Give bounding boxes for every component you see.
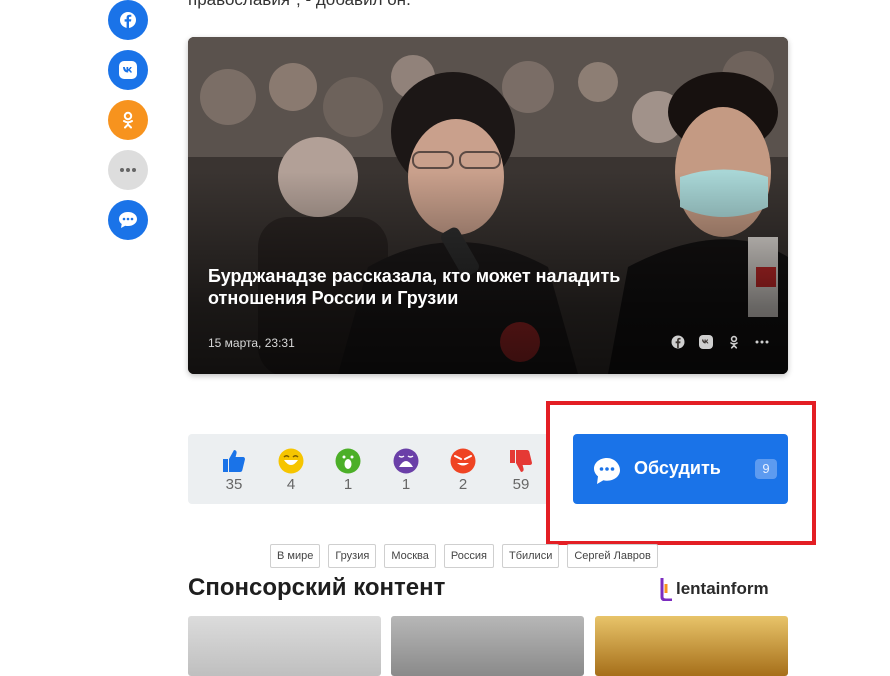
surprised-emoji-icon (335, 448, 361, 474)
laughing-emoji-icon (278, 448, 304, 474)
reaction-like[interactable]: 35 (214, 448, 254, 493)
reaction-dislike-count: 59 (512, 476, 530, 493)
reaction-laugh-count: 4 (286, 476, 296, 493)
facebook-icon (120, 12, 136, 28)
reaction-wow-count: 1 (343, 476, 353, 493)
facebook-icon[interactable] (670, 334, 686, 350)
card-title[interactable]: Бурджанадзе рассказала, кто может налади… (208, 265, 688, 309)
sad-emoji-icon (393, 448, 419, 474)
reaction-like-count: 35 (225, 476, 243, 493)
angry-emoji-icon (450, 448, 476, 474)
chat-bubble-icon (119, 212, 137, 228)
thumbs-up-icon (223, 450, 245, 472)
sponsored-card-1[interactable] (188, 616, 381, 676)
thumbs-down-icon (510, 450, 532, 472)
tag-item[interactable]: В мире (270, 544, 321, 568)
more-dots-icon[interactable] (754, 334, 770, 350)
comments-button[interactable] (108, 200, 148, 240)
tag-item[interactable]: Москва (384, 544, 436, 568)
tag-item[interactable]: Тбилиси (501, 544, 560, 568)
reaction-dislike[interactable]: 59 (501, 448, 541, 493)
share-vk-button[interactable] (108, 50, 148, 90)
highlight-box (546, 401, 816, 545)
more-dots-icon (120, 168, 136, 172)
reaction-wow[interactable]: 1 (328, 448, 368, 493)
sponsored-card-3[interactable] (595, 616, 788, 676)
card-gradient-overlay (188, 37, 788, 374)
sponsored-section-title: Спонсорский контент (188, 574, 446, 601)
reaction-sad-count: 1 (401, 476, 411, 493)
tag-list: В мире Грузия Москва Россия Тбилиси Серг… (270, 544, 658, 568)
reaction-angry-count: 2 (458, 476, 468, 493)
reaction-angry[interactable]: 2 (443, 448, 483, 493)
brand-name: lentainform (676, 579, 769, 598)
related-article-card[interactable]: Бурджанадзе рассказала, кто может налади… (188, 37, 788, 374)
odnoklassniki-icon (123, 111, 133, 129)
reaction-laugh[interactable]: 4 (271, 448, 311, 493)
lentainform-logo-icon (660, 578, 672, 601)
share-odnoklassniki-button[interactable] (108, 100, 148, 140)
tag-item[interactable]: Сергей Лавров (567, 544, 658, 568)
tag-item[interactable]: Россия (443, 544, 494, 568)
share-more-button[interactable] (108, 150, 148, 190)
card-share-icons (670, 334, 770, 350)
lentainform-logo[interactable]: lentainform (660, 577, 769, 601)
reaction-sad[interactable]: 1 (386, 448, 426, 493)
odnoklassniki-icon[interactable] (726, 334, 742, 350)
share-facebook-button[interactable] (108, 0, 148, 40)
vk-icon (119, 61, 137, 79)
card-date: 15 марта, 23:31 (208, 336, 295, 350)
reactions-bar: 35 4 1 1 2 59 (188, 434, 550, 504)
article-tail-text: православия", - добавил он. (188, 0, 411, 10)
vk-icon[interactable] (698, 334, 714, 350)
sponsored-card-2[interactable] (391, 616, 584, 676)
tag-item[interactable]: Грузия (328, 544, 377, 568)
